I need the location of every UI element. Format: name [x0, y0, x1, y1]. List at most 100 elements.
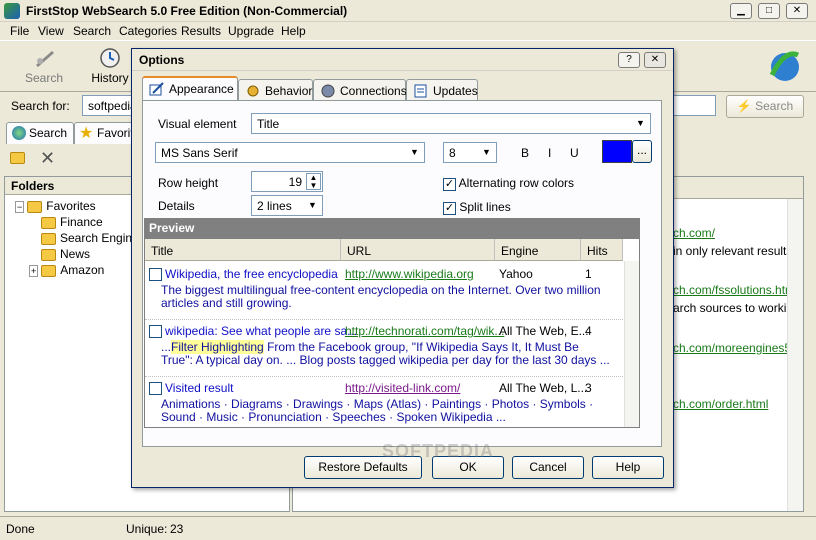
menu-help[interactable]: Help: [281, 24, 306, 38]
menu-bar: File View Search Categories Results Upgr…: [0, 22, 816, 40]
row-title[interactable]: wikipedia: See what people are sa...: [165, 324, 357, 338]
dialog-title: Options: [139, 53, 185, 67]
result-link[interactable]: ch.com/: [673, 226, 715, 240]
history-icon: [100, 48, 120, 68]
folder-icon: [41, 264, 57, 277]
bold-toggle[interactable]: B: [521, 146, 529, 160]
font-select[interactable]: MS Sans Serif ▼: [155, 142, 425, 163]
minimize-button[interactable]: ▁: [730, 3, 752, 19]
title-bar: FirstStop WebSearch 5.0 Free Edition (No…: [0, 0, 816, 22]
unique-label: Unique:: [126, 522, 168, 536]
menu-categories[interactable]: Categories: [119, 24, 177, 38]
column-engine[interactable]: Engine: [495, 239, 581, 261]
details-label: Details: [158, 199, 195, 213]
search-button[interactable]: ⚡ Search: [726, 95, 804, 118]
row-checkbox[interactable]: [149, 268, 162, 281]
tab-behavior[interactable]: Behavior: [238, 79, 313, 101]
connections-icon: [321, 84, 335, 98]
filter-highlight: Filter Highlighting: [171, 340, 264, 354]
dialog-help-button[interactable]: ?: [618, 52, 640, 68]
status-bar: Done Unique: 23: [0, 516, 816, 540]
row-height-label: Row height: [158, 176, 219, 190]
row-url[interactable]: http://www.wikipedia.org: [345, 267, 474, 281]
row-engine: All The Web, E...: [499, 324, 589, 338]
menu-upgrade[interactable]: Upgrade: [228, 24, 274, 38]
menu-file[interactable]: File: [10, 24, 29, 38]
dialog-close-button[interactable]: ✕: [644, 52, 666, 68]
row-description: The biggest multilingual free-content en…: [161, 283, 601, 310]
results-scrollbar[interactable]: [787, 199, 803, 511]
tab-appearance[interactable]: Appearance: [142, 76, 238, 101]
tab-updates[interactable]: Updates: [406, 79, 478, 101]
maximize-button[interactable]: □: [758, 3, 780, 19]
row-height-input[interactable]: 19 ▲ ▼: [251, 171, 323, 192]
preview-scrollbar[interactable]: [624, 261, 639, 427]
menu-search[interactable]: Search: [73, 24, 111, 38]
split-lines-label: Split lines: [459, 200, 511, 214]
star-icon: ★: [79, 125, 94, 142]
row-checkbox[interactable]: [149, 325, 162, 338]
font-value: MS Sans Serif: [161, 146, 238, 160]
left-tabs: Search ★ Favorites: [0, 120, 146, 144]
history-button[interactable]: History: [82, 43, 138, 89]
row-hits: 4: [585, 324, 592, 338]
details-select[interactable]: 2 lines ▼: [251, 195, 323, 216]
folder-icon: [41, 232, 56, 245]
row-separator: [145, 376, 623, 377]
tab-connections[interactable]: Connections: [313, 79, 407, 101]
help-button[interactable]: Help: [592, 456, 664, 479]
status-text: Done: [6, 522, 35, 536]
result-text: in only relevant results: [673, 244, 793, 258]
add-folder-icon[interactable]: [10, 150, 26, 166]
preview-row[interactable]: Wikipedia, the free encyclopedia http://…: [145, 267, 623, 319]
row-checkbox[interactable]: [149, 382, 162, 395]
row-title[interactable]: Wikipedia, the free encyclopedia: [165, 267, 338, 281]
column-hits[interactable]: Hits: [581, 239, 623, 261]
preview-row[interactable]: Visited result http://visited-link.com/ …: [145, 381, 623, 427]
column-url[interactable]: URL: [341, 239, 495, 261]
result-link[interactable]: ch.com/fssolutions.html: [673, 283, 798, 297]
expand-icon[interactable]: +: [29, 265, 39, 277]
row-title[interactable]: Visited result: [165, 381, 233, 395]
row-url[interactable]: http://technorati.com/tag/wik...: [345, 324, 504, 338]
column-title[interactable]: Title: [145, 239, 341, 261]
search-for-label: Search for:: [11, 99, 70, 113]
search-tool-button[interactable]: Search: [16, 43, 72, 89]
result-link[interactable]: ch.com/moreengines5.: [673, 341, 794, 355]
underline-toggle[interactable]: U: [570, 146, 579, 160]
font-size-select[interactable]: 8 ▼: [443, 142, 497, 163]
options-dialog: Options ? ✕ Appearance Behavior Connecti…: [131, 48, 674, 488]
result-link[interactable]: ch.com/order.html: [673, 397, 768, 411]
split-lines-checkbox[interactable]: ✓: [443, 202, 456, 215]
appearance-icon: [149, 82, 164, 96]
cancel-button[interactable]: Cancel: [512, 456, 584, 479]
alt-rows-option[interactable]: ✓ Alternating row colors: [443, 176, 574, 191]
chevron-down-icon: ▼: [308, 200, 317, 210]
color-swatch[interactable]: [602, 140, 632, 163]
delete-icon[interactable]: ✕: [40, 148, 55, 169]
menu-view[interactable]: View: [38, 24, 64, 38]
row-hits: 1: [585, 267, 592, 281]
row-url[interactable]: http://visited-link.com/: [345, 381, 460, 395]
preview-row[interactable]: wikipedia: See what people are sa... htt…: [145, 324, 623, 376]
tab-search[interactable]: Search: [6, 122, 74, 144]
italic-toggle[interactable]: I: [548, 146, 551, 160]
dialog-title-bar: Options ? ✕: [132, 49, 673, 71]
watermark: SOFTPEDIA: [382, 441, 495, 461]
visual-element-label: Visual element: [158, 117, 237, 131]
visual-element-select[interactable]: Title ▼: [251, 113, 651, 134]
alt-rows-checkbox[interactable]: ✓: [443, 178, 456, 191]
visual-element-value: Title: [257, 117, 280, 131]
color-picker-button[interactable]: ...: [632, 140, 652, 163]
row-description: ...Filter Highlighting From the Facebook…: [161, 340, 610, 367]
split-lines-option[interactable]: ✓ Split lines: [443, 200, 511, 215]
menu-results[interactable]: Results: [181, 24, 221, 38]
result-text: arch sources to working: [673, 301, 800, 315]
behavior-icon: [247, 85, 259, 97]
row-height-value: 19: [288, 175, 302, 189]
chevron-down-icon: ▼: [636, 118, 645, 128]
spinner-icon[interactable]: ▲ ▼: [306, 173, 321, 190]
row-separator: [145, 319, 623, 320]
tab-appearance-label: Appearance: [169, 82, 234, 96]
close-button[interactable]: ✕: [786, 3, 808, 19]
